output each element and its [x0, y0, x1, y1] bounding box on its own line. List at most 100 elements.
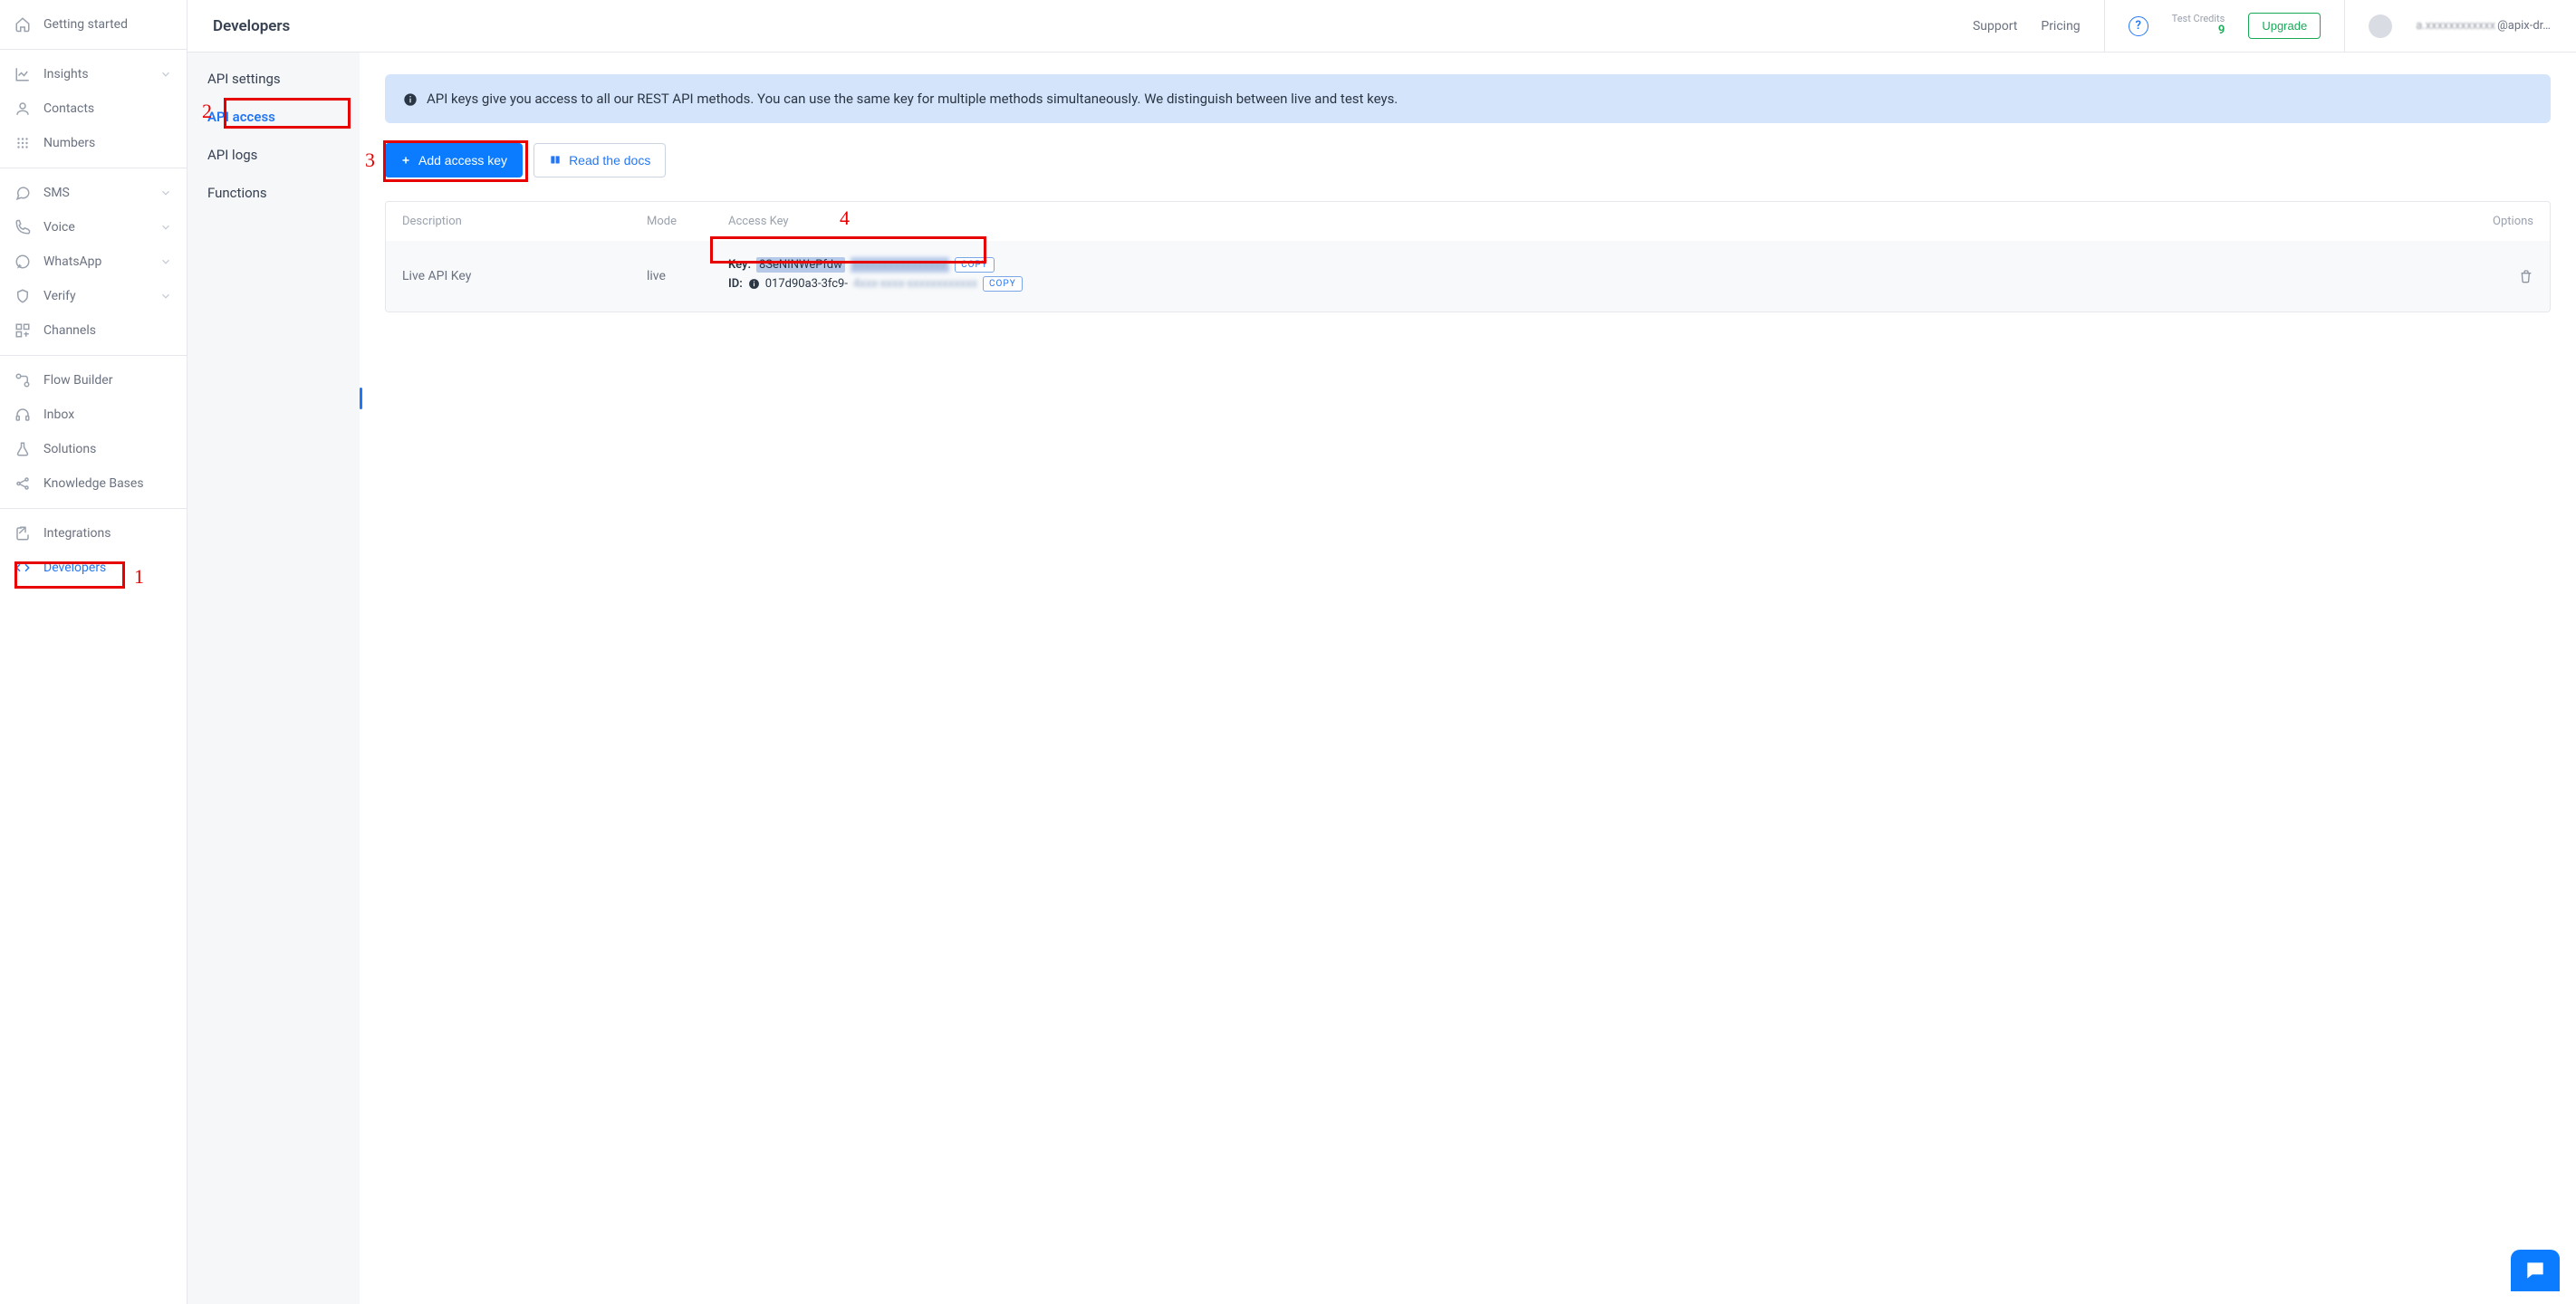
code-icon: [14, 560, 31, 576]
sidebar-item-verify[interactable]: Verify: [0, 279, 187, 313]
sidebar-item-flow-builder[interactable]: Flow Builder: [0, 363, 187, 398]
info-icon: [403, 92, 418, 107]
credits-display: Test Credits 9: [2172, 14, 2225, 37]
sidebar-item-developers[interactable]: Developers: [0, 551, 187, 585]
content-area: Developers Support Pricing ? Test Credit…: [187, 0, 2576, 1304]
sidebar-item-label: Inbox: [43, 408, 74, 422]
sidebar-item-label: WhatsApp: [43, 254, 101, 269]
credits-label: Test Credits: [2172, 14, 2225, 24]
col-mode: Mode: [647, 215, 728, 228]
table-header-row: Description Mode Access Key Options: [386, 202, 2550, 241]
sidebar-item-label: Developers: [43, 561, 106, 575]
sidebar-item-channels[interactable]: Channels: [0, 313, 187, 348]
sidebar-item-solutions[interactable]: Solutions: [0, 432, 187, 466]
sidebar-item-numbers[interactable]: Numbers: [0, 126, 187, 160]
plus-icon: [400, 155, 411, 166]
chevron-down-icon: [159, 68, 172, 81]
chevron-down-icon: [159, 187, 172, 199]
share-icon: [14, 475, 31, 492]
info-banner-text: API keys give you access to all our REST…: [427, 91, 1398, 107]
help-icon[interactable]: ?: [2129, 16, 2148, 36]
topbar: Developers Support Pricing ? Test Credit…: [187, 0, 2576, 53]
subnav: API settings API access API logs Functio…: [187, 53, 360, 1304]
phone-icon: [14, 219, 31, 235]
sidebar-item-whatsapp[interactable]: WhatsApp: [0, 244, 187, 279]
pricing-link[interactable]: Pricing: [2041, 19, 2080, 34]
info-banner: API keys give you access to all our REST…: [385, 74, 2551, 123]
cell-access-key: Key: 8SeNINWePfdw xxxxxxxxxxxxxxxx copy I…: [728, 257, 2461, 295]
table-row: Live API Key live Key: 8SeNINWePfdwxxxxx…: [386, 241, 2550, 312]
divider: [2344, 0, 2345, 52]
col-options: Options: [2461, 215, 2533, 228]
avatar[interactable]: [2369, 14, 2392, 38]
subnav-api-logs[interactable]: API logs: [187, 136, 360, 174]
sidebar: Getting started Insights Contacts Number…: [0, 0, 187, 1304]
sidebar-item-label: Channels: [43, 323, 96, 338]
add-access-key-button[interactable]: Add access key: [385, 143, 523, 177]
copy-key-button[interactable]: copy: [955, 257, 995, 273]
sidebar-item-label: Flow Builder: [43, 373, 112, 388]
subnav-api-access[interactable]: API access: [187, 98, 360, 136]
upgrade-button[interactable]: Upgrade: [2248, 13, 2321, 39]
key-value-visible: 8SeNINWePfdw: [756, 257, 845, 273]
chart-icon: [14, 66, 31, 82]
sidebar-item-sms[interactable]: SMS: [0, 176, 187, 210]
sidebar-item-label: Voice: [43, 220, 75, 235]
sidebar-item-label: Integrations: [43, 526, 111, 541]
whatsapp-icon: [14, 254, 31, 270]
delete-key-button[interactable]: [2519, 269, 2533, 283]
sms-icon: [14, 185, 31, 201]
dialpad-icon: [14, 135, 31, 151]
divider: [2104, 0, 2105, 52]
id-label: ID:: [728, 277, 743, 291]
support-link[interactable]: Support: [1973, 19, 2017, 34]
sidebar-item-label: Insights: [43, 67, 89, 82]
flask-icon: [14, 441, 31, 457]
sidebar-item-label: Numbers: [43, 136, 95, 150]
sidebar-item-label: Getting started: [43, 17, 128, 32]
page-title: Developers: [213, 17, 290, 35]
chevron-down-icon: [159, 255, 172, 268]
chevron-down-icon: [159, 290, 172, 302]
sidebar-item-label: SMS: [43, 186, 70, 200]
read-docs-button[interactable]: Read the docs: [533, 143, 666, 177]
annotation-number-3: 3: [365, 149, 375, 172]
id-value-hidden: 4xxx-xxxx-xxxxxxxxxxxx: [853, 277, 977, 291]
user-email-blurred: a.xxxxxxxxxxxx: [2416, 19, 2495, 33]
copy-id-button[interactable]: copy: [983, 276, 1023, 292]
chevron-down-icon: [159, 221, 172, 234]
access-keys-table: Description Mode Access Key Options Live…: [385, 201, 2551, 312]
credits-value: 9: [2218, 24, 2225, 37]
topbar-right: Support Pricing ? Test Credits 9 Upgrade…: [1973, 0, 2551, 52]
subnav-api-settings[interactable]: API settings: [187, 60, 360, 98]
button-label: Read the docs: [569, 153, 650, 168]
sidebar-item-insights[interactable]: Insights: [0, 57, 187, 91]
key-label: Key:: [728, 258, 751, 272]
shield-icon: [14, 288, 31, 304]
sidebar-item-label: Contacts: [43, 101, 94, 116]
sidebar-item-label: Verify: [43, 289, 76, 303]
cell-description: Live API Key: [402, 269, 647, 283]
sidebar-item-getting-started[interactable]: Getting started: [0, 7, 187, 42]
sidebar-item-inbox[interactable]: Inbox: [0, 398, 187, 432]
info-icon: [748, 278, 760, 290]
sidebar-item-label: Knowledge Bases: [43, 476, 144, 491]
flow-icon: [14, 372, 31, 388]
chat-widget-button[interactable]: [2511, 1250, 2560, 1291]
subnav-functions[interactable]: Functions: [187, 174, 360, 212]
user-icon: [14, 101, 31, 117]
main-panel: API keys give you access to all our REST…: [360, 53, 2576, 1304]
sidebar-item-contacts[interactable]: Contacts: [0, 91, 187, 126]
home-icon: [14, 16, 31, 33]
sidebar-item-label: Solutions: [43, 442, 96, 456]
sidebar-item-integrations[interactable]: Integrations: [0, 516, 187, 551]
headset-icon: [14, 407, 31, 423]
id-value-visible: 017d90a3-3fc9-: [765, 277, 848, 291]
key-value-hidden: xxxxxxxxxxxxxxxx: [851, 257, 949, 273]
sidebar-item-knowledge-bases[interactable]: Knowledge Bases: [0, 466, 187, 501]
sidebar-item-voice[interactable]: Voice: [0, 210, 187, 244]
grid-plus-icon: [14, 322, 31, 339]
button-label: Add access key: [418, 153, 507, 168]
col-description: Description: [402, 215, 647, 228]
export-icon: [14, 525, 31, 542]
